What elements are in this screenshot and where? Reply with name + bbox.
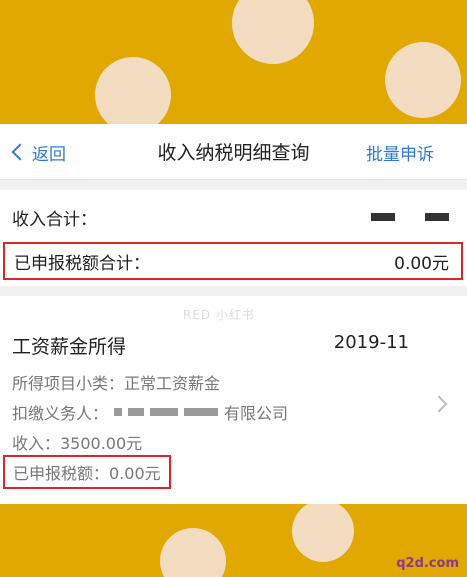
decor-dot	[95, 57, 171, 133]
tax-total-label: 已申报税额合计：	[14, 253, 150, 274]
site-logo: q2d.com	[396, 556, 459, 571]
decor-dot	[292, 500, 354, 562]
batch-appeal-button[interactable]: 批量申诉	[366, 140, 434, 165]
summary-card: 收入合计： 已申报税额合计： 0.00元	[0, 190, 467, 286]
chevron-right-icon	[430, 395, 448, 413]
income-amount-line: 收入：3500.00元	[12, 434, 143, 453]
tax-total-value: 0.00元	[394, 253, 449, 274]
chevron-left-icon	[11, 143, 29, 161]
income-type-title: 工资薪金所得	[12, 336, 127, 358]
withholder-suffix: 有限公司	[224, 404, 289, 423]
back-button[interactable]: 返回	[10, 140, 66, 165]
back-label: 返回	[32, 144, 66, 165]
income-total-masked-value	[371, 213, 449, 221]
sub-category-line: 所得项目小类：正常工资薪金	[12, 374, 221, 393]
income-total-row: 收入合计：	[12, 200, 455, 234]
withholder-line: 扣缴义务人： 有限公司	[12, 400, 288, 424]
income-period: 2019-11	[333, 332, 409, 353]
watermark: RED 小红书	[183, 308, 255, 322]
withholder-prefix: 扣缴义务人：	[12, 404, 109, 423]
tax-detail-panel: 返回 收入纳税明细查询 批量申诉 收入合计： 已申报税额合计： 0.00元 RE…	[0, 124, 467, 504]
income-total-label: 收入合计：	[12, 209, 97, 230]
decor-dot	[385, 42, 461, 118]
withholder-masked-name	[114, 408, 219, 416]
nav-bar: 返回 收入纳税明细查询 批量申诉	[0, 124, 467, 180]
tax-declared-line: 已申报税额：0.00元	[3, 455, 171, 489]
decor-dot	[160, 528, 226, 577]
income-item-card[interactable]: RED 小红书 工资薪金所得 2019-11 所得项目小类：正常工资薪金 扣缴义…	[0, 296, 467, 504]
decor-dot	[232, 0, 314, 64]
tax-total-row: 已申报税额合计： 0.00元	[3, 242, 463, 280]
